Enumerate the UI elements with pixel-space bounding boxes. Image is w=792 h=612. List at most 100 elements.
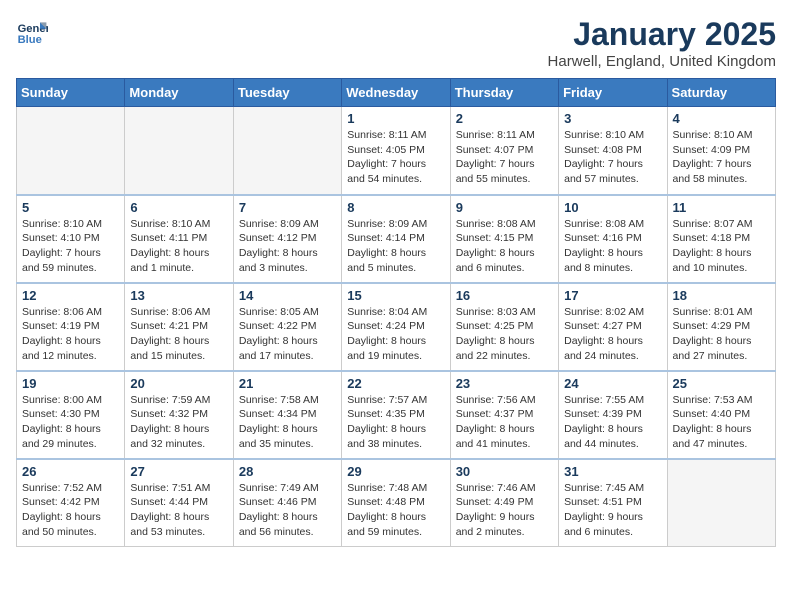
weekday-header-tuesday: Tuesday <box>233 79 341 107</box>
day-number: 30 <box>456 464 553 479</box>
day-info: Sunrise: 7:58 AM Sunset: 4:34 PM Dayligh… <box>239 393 336 452</box>
calendar-cell <box>667 459 775 547</box>
day-info: Sunrise: 7:53 AM Sunset: 4:40 PM Dayligh… <box>673 393 770 452</box>
location: Harwell, England, United Kingdom <box>548 53 776 70</box>
calendar-cell: 5 Sunrise: 8:10 AM Sunset: 4:10 PM Daylig… <box>17 195 125 283</box>
calendar-cell: 27 Sunrise: 7:51 AM Sunset: 4:44 PM Dayli… <box>125 459 233 547</box>
day-number: 18 <box>673 288 770 303</box>
calendar-cell: 7Sunrise: 8:09 AM Sunset: 4:12 PM Daylig… <box>233 195 341 283</box>
calendar-cell <box>17 107 125 195</box>
calendar-cell: 24 Sunrise: 7:55 AM Sunset: 4:39 PM Dayli… <box>559 371 667 459</box>
day-info: Sunrise: 8:06 AM Sunset: 4:21 PM Dayligh… <box>130 305 227 364</box>
day-number: 13 <box>130 288 227 303</box>
day-info: Sunrise: 7:49 AM Sunset: 4:46 PM Dayligh… <box>239 481 336 540</box>
day-info: Sunrise: 8:08 AM Sunset: 4:16 PM Dayligh… <box>564 217 661 276</box>
calendar-cell: 19Sunrise: 8:00 AM Sunset: 4:30 PM Dayli… <box>17 371 125 459</box>
day-number: 14 <box>239 288 336 303</box>
calendar-cell: 11 Sunrise: 8:07 AM Sunset: 4:18 PM Dayli… <box>667 195 775 283</box>
calendar-cell: 4 Sunrise: 8:10 AM Sunset: 4:09 PM Daylig… <box>667 107 775 195</box>
day-number: 15 <box>347 288 444 303</box>
weekday-header-row: SundayMondayTuesdayWednesdayThursdayFrid… <box>17 79 776 107</box>
calendar-cell: 26Sunrise: 7:52 AM Sunset: 4:42 PM Dayli… <box>17 459 125 547</box>
day-info: Sunrise: 8:08 AM Sunset: 4:15 PM Dayligh… <box>456 217 553 276</box>
day-number: 31 <box>564 464 661 479</box>
weekday-header-monday: Monday <box>125 79 233 107</box>
day-info: Sunrise: 8:03 AM Sunset: 4:25 PM Dayligh… <box>456 305 553 364</box>
day-number: 22 <box>347 376 444 391</box>
page-header: General Blue January 2025 Harwell, Engla… <box>16 16 776 70</box>
day-number: 25 <box>673 376 770 391</box>
calendar-cell: 15 Sunrise: 8:04 AM Sunset: 4:24 PM Dayli… <box>342 283 450 371</box>
day-number: 12 <box>22 288 119 303</box>
weekday-header-sunday: Sunday <box>17 79 125 107</box>
weekday-header-wednesday: Wednesday <box>342 79 450 107</box>
day-info: Sunrise: 8:09 AM Sunset: 4:14 PM Dayligh… <box>347 217 444 276</box>
calendar-cell: 30 Sunrise: 7:46 AM Sunset: 4:49 PM Dayli… <box>450 459 558 547</box>
logo: General Blue <box>16 16 48 48</box>
day-number: 11 <box>673 200 770 215</box>
day-info: Sunrise: 8:10 AM Sunset: 4:09 PM Dayligh… <box>673 128 770 187</box>
day-info: Sunrise: 7:55 AM Sunset: 4:39 PM Dayligh… <box>564 393 661 452</box>
day-number: 10 <box>564 200 661 215</box>
day-number: 24 <box>564 376 661 391</box>
calendar-cell: 13 Sunrise: 8:06 AM Sunset: 4:21 PM Dayli… <box>125 283 233 371</box>
day-number: 1 <box>347 111 444 126</box>
day-info: Sunrise: 8:06 AM Sunset: 4:19 PM Dayligh… <box>22 305 119 364</box>
day-info: Sunrise: 7:51 AM Sunset: 4:44 PM Dayligh… <box>130 481 227 540</box>
week-row-4: 19Sunrise: 8:00 AM Sunset: 4:30 PM Dayli… <box>17 371 776 459</box>
day-number: 3 <box>564 111 661 126</box>
calendar-cell <box>125 107 233 195</box>
weekday-header-friday: Friday <box>559 79 667 107</box>
day-info: Sunrise: 8:09 AM Sunset: 4:12 PM Dayligh… <box>239 217 336 276</box>
calendar-cell: 1 Sunrise: 8:11 AM Sunset: 4:05 PM Daylig… <box>342 107 450 195</box>
week-row-3: 12 Sunrise: 8:06 AM Sunset: 4:19 PM Dayli… <box>17 283 776 371</box>
day-info: Sunrise: 8:04 AM Sunset: 4:24 PM Dayligh… <box>347 305 444 364</box>
logo-icon: General Blue <box>16 16 48 48</box>
calendar-cell <box>233 107 341 195</box>
svg-text:Blue: Blue <box>18 34 42 46</box>
weekday-header-thursday: Thursday <box>450 79 558 107</box>
calendar-cell: 14 Sunrise: 8:05 AM Sunset: 4:22 PM Dayli… <box>233 283 341 371</box>
calendar-cell: 28Sunrise: 7:49 AM Sunset: 4:46 PM Dayli… <box>233 459 341 547</box>
day-number: 17 <box>564 288 661 303</box>
day-info: Sunrise: 8:10 AM Sunset: 4:11 PM Dayligh… <box>130 217 227 276</box>
day-info: Sunrise: 7:56 AM Sunset: 4:37 PM Dayligh… <box>456 393 553 452</box>
day-info: Sunrise: 7:46 AM Sunset: 4:49 PM Dayligh… <box>456 481 553 540</box>
title-block: January 2025 Harwell, England, United Ki… <box>548 16 776 70</box>
calendar-cell: 22 Sunrise: 7:57 AM Sunset: 4:35 PM Dayli… <box>342 371 450 459</box>
day-info: Sunrise: 7:59 AM Sunset: 4:32 PM Dayligh… <box>130 393 227 452</box>
day-info: Sunrise: 8:05 AM Sunset: 4:22 PM Dayligh… <box>239 305 336 364</box>
day-info: Sunrise: 7:52 AM Sunset: 4:42 PM Dayligh… <box>22 481 119 540</box>
calendar-table: SundayMondayTuesdayWednesdayThursdayFrid… <box>16 78 776 547</box>
day-info: Sunrise: 8:07 AM Sunset: 4:18 PM Dayligh… <box>673 217 770 276</box>
calendar-cell: 23Sunrise: 7:56 AM Sunset: 4:37 PM Dayli… <box>450 371 558 459</box>
day-number: 2 <box>456 111 553 126</box>
day-info: Sunrise: 7:45 AM Sunset: 4:51 PM Dayligh… <box>564 481 661 540</box>
calendar-cell: 21 Sunrise: 7:58 AM Sunset: 4:34 PM Dayli… <box>233 371 341 459</box>
calendar-cell: 10 Sunrise: 8:08 AM Sunset: 4:16 PM Dayli… <box>559 195 667 283</box>
day-number: 19 <box>22 376 119 391</box>
day-number: 6 <box>130 200 227 215</box>
day-number: 27 <box>130 464 227 479</box>
week-row-1: 1 Sunrise: 8:11 AM Sunset: 4:05 PM Daylig… <box>17 107 776 195</box>
day-number: 5 <box>22 200 119 215</box>
calendar-cell: 31 Sunrise: 7:45 AM Sunset: 4:51 PM Dayli… <box>559 459 667 547</box>
day-number: 8 <box>347 200 444 215</box>
calendar-cell: 8 Sunrise: 8:09 AM Sunset: 4:14 PM Daylig… <box>342 195 450 283</box>
day-info: Sunrise: 8:11 AM Sunset: 4:05 PM Dayligh… <box>347 128 444 187</box>
week-row-2: 5 Sunrise: 8:10 AM Sunset: 4:10 PM Daylig… <box>17 195 776 283</box>
calendar-cell: 25 Sunrise: 7:53 AM Sunset: 4:40 PM Dayli… <box>667 371 775 459</box>
day-info: Sunrise: 8:11 AM Sunset: 4:07 PM Dayligh… <box>456 128 553 187</box>
calendar-cell: 17 Sunrise: 8:02 AM Sunset: 4:27 PM Dayli… <box>559 283 667 371</box>
day-info: Sunrise: 8:10 AM Sunset: 4:10 PM Dayligh… <box>22 217 119 276</box>
calendar-cell: 12 Sunrise: 8:06 AM Sunset: 4:19 PM Dayli… <box>17 283 125 371</box>
day-info: Sunrise: 8:02 AM Sunset: 4:27 PM Dayligh… <box>564 305 661 364</box>
day-info: Sunrise: 7:48 AM Sunset: 4:48 PM Dayligh… <box>347 481 444 540</box>
week-row-5: 26Sunrise: 7:52 AM Sunset: 4:42 PM Dayli… <box>17 459 776 547</box>
day-info: Sunrise: 7:57 AM Sunset: 4:35 PM Dayligh… <box>347 393 444 452</box>
day-number: 4 <box>673 111 770 126</box>
day-number: 20 <box>130 376 227 391</box>
calendar-cell: 6 Sunrise: 8:10 AM Sunset: 4:11 PM Daylig… <box>125 195 233 283</box>
day-info: Sunrise: 8:01 AM Sunset: 4:29 PM Dayligh… <box>673 305 770 364</box>
day-number: 21 <box>239 376 336 391</box>
